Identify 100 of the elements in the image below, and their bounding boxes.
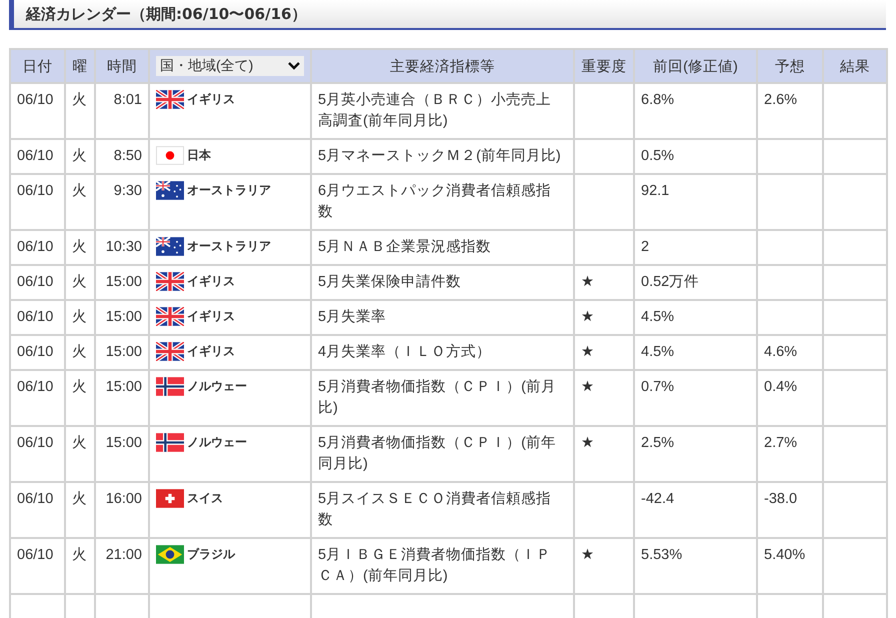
importance-cell: ★ — [574, 335, 634, 370]
time-cell: 15:00 — [95, 335, 149, 370]
weekday-cell: 火 — [65, 426, 95, 482]
country-name: イギリス — [187, 273, 235, 290]
page-title: 経済カレンダー（期間:06/10〜06/16） — [26, 4, 306, 24]
date-cell: 06/10 — [10, 230, 65, 265]
weekday-cell: 火 — [65, 230, 95, 265]
column-header: 曜 — [65, 49, 95, 83]
forecast-cell: 0.4% — [757, 370, 823, 426]
flag-icon — [156, 377, 184, 396]
weekday-cell: 火 — [65, 370, 95, 426]
previous-cell: 2.5% — [634, 426, 757, 482]
forecast-cell: 4.6% — [757, 335, 823, 370]
time-cell: 8:01 — [95, 83, 149, 139]
indicator-cell: 5月マネーストックＭ２(前年同月比) — [311, 139, 574, 174]
country-name: イギリス — [187, 91, 235, 108]
indicator-cell: 5月ＮＡＢ企業景況感指数 — [311, 230, 574, 265]
weekday-cell: 火 — [65, 83, 95, 139]
date-cell: 06/10 — [10, 482, 65, 538]
indicator-cell: 4月失業率（ＩＬＯ方式） — [311, 335, 574, 370]
weekday-cell: 火 — [65, 139, 95, 174]
flag-icon — [156, 272, 184, 291]
date-cell: 06/10 — [10, 174, 65, 230]
previous-cell: 6.8% — [634, 83, 757, 139]
flag-icon — [156, 90, 184, 109]
importance-cell: ★ — [574, 300, 634, 335]
column-header: 前回(修正値) — [634, 49, 757, 83]
country-name: ノルウェー — [187, 378, 247, 395]
previous-cell: 2 — [634, 230, 757, 265]
flag-icon — [156, 307, 184, 326]
importance-cell: ★ — [574, 538, 634, 594]
flag-icon — [156, 342, 184, 361]
weekday-cell: 火 — [65, 482, 95, 538]
previous-cell: 92.1 — [634, 174, 757, 230]
time-cell: 15:00 — [95, 370, 149, 426]
previous-cell: 0.52万件 — [634, 265, 757, 300]
column-header: 重要度 — [574, 49, 634, 83]
country-name: ノルウェー — [187, 434, 247, 451]
country-name: スイス — [187, 490, 223, 507]
country-name: ブラジル — [187, 546, 235, 563]
country-filter-select[interactable]: 国・地域(全て) — [156, 56, 304, 76]
flag-icon — [156, 433, 184, 452]
indicator-cell: 5月スイスＳＥＣＯ消費者信頼感指数 — [311, 482, 574, 538]
date-cell: 06/10 — [10, 370, 65, 426]
time-cell: 15:00 — [95, 265, 149, 300]
indicator-cell: 5月英小売連合（ＢＲＣ）小売売上高調査(前年同月比) — [311, 83, 574, 139]
forecast-cell: 2.7% — [757, 426, 823, 482]
previous-cell: 0.7% — [634, 370, 757, 426]
forecast-cell: 2.6% — [757, 83, 823, 139]
indicator-cell: 5月失業率 — [311, 300, 574, 335]
previous-cell: 5.53% — [634, 538, 757, 594]
indicator-cell: 5月消費者物価指数（ＣＰＩ）(前年同月比) — [311, 426, 574, 482]
weekday-cell: 火 — [65, 538, 95, 594]
country-name: 日本 — [187, 147, 211, 164]
column-header: 日付 — [10, 49, 65, 83]
previous-cell: 0.5% — [634, 139, 757, 174]
country-name: イギリス — [187, 308, 235, 325]
date-cell: 06/10 — [10, 139, 65, 174]
forecast-cell: -38.0 — [757, 482, 823, 538]
importance-cell: ★ — [574, 370, 634, 426]
date-cell: 06/10 — [10, 300, 65, 335]
date-cell: 06/10 — [10, 426, 65, 482]
flag-icon — [156, 181, 184, 200]
indicator-cell: 5月消費者物価指数（ＣＰＩ）(前月比) — [311, 370, 574, 426]
column-header: 主要経済指標等 — [311, 49, 574, 83]
weekday-cell: 火 — [65, 174, 95, 230]
chevron-icon — [288, 62, 300, 70]
column-header: 予想 — [757, 49, 823, 83]
flag-icon — [156, 545, 184, 564]
weekday-cell: 火 — [65, 265, 95, 300]
time-cell: 16:00 — [95, 482, 149, 538]
indicator-cell: 5月失業保険申請件数 — [311, 265, 574, 300]
previous-cell: -42.4 — [634, 482, 757, 538]
time-cell: 15:00 — [95, 300, 149, 335]
country-name: イギリス — [187, 343, 235, 360]
flag-icon — [156, 489, 184, 508]
importance-cell: ★ — [574, 265, 634, 300]
forecast-cell: 5.40% — [757, 538, 823, 594]
column-header: 時間 — [95, 49, 149, 83]
date-cell: 06/10 — [10, 335, 65, 370]
country-name: オーストラリア — [187, 182, 271, 199]
time-cell: 21:00 — [95, 538, 149, 594]
date-cell: 06/10 — [10, 83, 65, 139]
indicator-cell: 5月ＩＢＧＥ消費者物価指数（ＩＰＣＡ）(前年同月比) — [311, 538, 574, 594]
time-cell: 8:50 — [95, 139, 149, 174]
time-cell: 10:30 — [95, 230, 149, 265]
date-cell: 06/10 — [10, 265, 65, 300]
previous-cell: 4.5% — [634, 335, 757, 370]
time-cell: 9:30 — [95, 174, 149, 230]
indicator-cell: 6月ウエストパック消費者信頼感指数 — [311, 174, 574, 230]
flag-icon — [156, 146, 184, 165]
importance-cell: ★ — [574, 426, 634, 482]
date-cell: 06/10 — [10, 538, 65, 594]
flag-icon — [156, 237, 184, 256]
country-name: オーストラリア — [187, 238, 271, 255]
previous-cell: 4.5% — [634, 300, 757, 335]
weekday-cell: 火 — [65, 300, 95, 335]
weekday-cell: 火 — [65, 335, 95, 370]
column-header: 結果 — [823, 49, 887, 83]
time-cell: 15:00 — [95, 426, 149, 482]
